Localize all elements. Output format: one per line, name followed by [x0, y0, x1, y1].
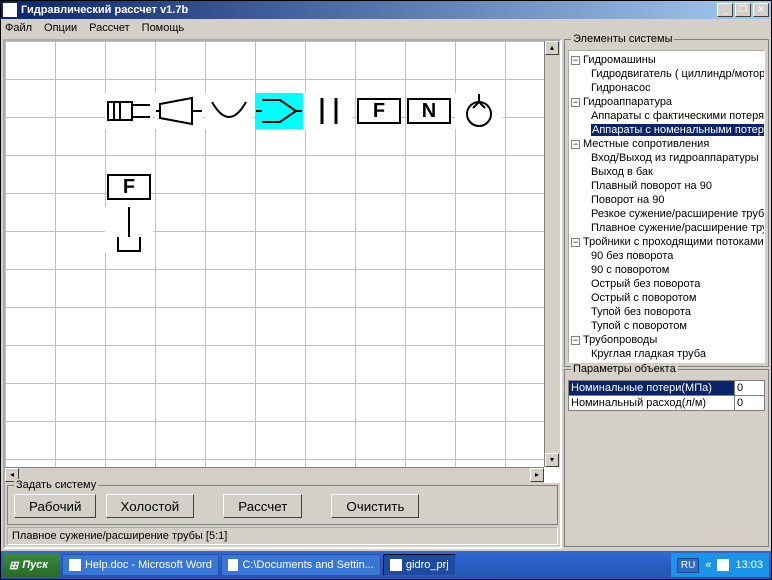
tree-item[interactable]: Аппараты с фактическими потерями: [571, 109, 762, 123]
param-row[interactable]: Номинальные потери(МПа)0: [569, 381, 765, 396]
tree-item[interactable]: 90 без поворота: [571, 249, 762, 263]
work-button[interactable]: Рабочий: [14, 494, 96, 518]
status-text: Плавное сужение/расширение трубы [5:1]: [12, 530, 227, 542]
scroll-right-button[interactable]: ▸: [530, 468, 544, 482]
system-tray[interactable]: RU « 13:03: [671, 553, 769, 577]
tray-icon[interactable]: [717, 559, 729, 571]
tree-item[interactable]: Тупой без поворота: [571, 305, 762, 319]
app-icon: [390, 559, 402, 571]
left-panel: F N F ▴ ▾ ◂ ▸: [3, 39, 562, 549]
params-table[interactable]: Номинальные потери(МПа)0Номинальный расх…: [568, 380, 765, 411]
elements-group: Элементы системы −ГидромашиныГидродвигат…: [564, 39, 769, 367]
symbol-f-box[interactable]: F: [357, 98, 401, 124]
tree-item[interactable]: Острый без поворота: [571, 277, 762, 291]
clock: 13:03: [735, 559, 763, 571]
set-system-label: Задать систему: [14, 479, 98, 491]
canvas-grid[interactable]: F N F: [5, 41, 544, 467]
expander-icon[interactable]: −: [571, 98, 580, 107]
expander-icon[interactable]: −: [571, 336, 580, 345]
expander-icon[interactable]: −: [571, 140, 580, 149]
params-group: Параметры объекта Номинальные потери(МПа…: [564, 369, 769, 547]
app-icon: [228, 559, 239, 571]
tray-icon[interactable]: «: [705, 559, 711, 571]
menu-help[interactable]: Помощь: [142, 22, 185, 34]
tree-parent[interactable]: −Местные сопротивления: [571, 137, 762, 151]
elements-label: Элементы системы: [571, 33, 674, 45]
expander-icon[interactable]: −: [571, 238, 580, 247]
symbol-element[interactable]: [105, 207, 153, 253]
menu-options[interactable]: Опции: [44, 22, 77, 34]
symbol-n-box[interactable]: N: [407, 98, 451, 124]
param-row[interactable]: Номинальный расход(л/м)0: [569, 396, 765, 411]
tree-item[interactable]: Гидронасос: [571, 81, 762, 95]
tree-item[interactable]: Острый с поворотом: [571, 291, 762, 305]
tree-parent[interactable]: −Гидроаппаратура: [571, 95, 762, 109]
symbol-element[interactable]: [105, 93, 153, 129]
canvas-area[interactable]: F N F ▴ ▾ ◂ ▸: [5, 41, 560, 483]
tree-item[interactable]: Гидродвигатель ( циллиндр/мотор ): [571, 67, 762, 81]
clear-button[interactable]: Очистить: [331, 494, 419, 518]
set-system-group: Задать систему Рабочий Холостой Рассчет …: [7, 485, 558, 525]
tree-item[interactable]: Плавный поворот на 90: [571, 179, 762, 193]
tree-item[interactable]: Выход в бак: [571, 165, 762, 179]
menu-file[interactable]: Файл: [5, 22, 32, 34]
symbol-element[interactable]: [155, 93, 203, 129]
elements-tree[interactable]: −ГидромашиныГидродвигатель ( циллиндр/мо…: [568, 50, 765, 363]
taskbar: ⊞Пуск Help.doc - Microsoft WordC:\Docume…: [1, 551, 771, 579]
tree-item[interactable]: Вход/Выход из гидроаппаратуры: [571, 151, 762, 165]
language-indicator[interactable]: RU: [677, 558, 699, 573]
tree-item[interactable]: Плавное сужение/расширение трубы: [571, 221, 762, 235]
maximize-button[interactable]: ❐: [735, 3, 751, 17]
taskbar-item[interactable]: C:\Documents and Settin...: [221, 554, 381, 576]
symbol-element[interactable]: [205, 93, 253, 129]
scroll-up-button[interactable]: ▴: [545, 41, 559, 55]
app-icon: [3, 3, 17, 17]
symbol-f-box[interactable]: F: [107, 174, 151, 200]
taskbar-item[interactable]: gidro_prj: [383, 554, 456, 576]
expander-icon[interactable]: −: [571, 56, 580, 65]
titlebar: Гидравлический рассчет v1.7b _ ❐ ✕: [1, 1, 771, 19]
app-icon: [69, 559, 81, 571]
scroll-down-button[interactable]: ▾: [545, 453, 559, 467]
start-button[interactable]: ⊞Пуск: [3, 553, 60, 577]
idle-button[interactable]: Холостой: [106, 494, 195, 518]
tree-item[interactable]: Поворот на 90: [571, 193, 762, 207]
params-label: Параметры объекта: [571, 363, 678, 375]
close-button[interactable]: ✕: [753, 3, 769, 17]
tree-item[interactable]: Тупой с поворотом: [571, 319, 762, 333]
menu-calc[interactable]: Рассчет: [89, 22, 130, 34]
tree-item[interactable]: Круглая гладкая труба: [571, 347, 762, 361]
minimize-button[interactable]: _: [717, 3, 733, 17]
tree-parent[interactable]: −Трубопроводы: [571, 333, 762, 347]
symbol-element-selected[interactable]: [255, 93, 303, 129]
calc-button[interactable]: Рассчет: [223, 494, 302, 518]
statusbar: Плавное сужение/расширение трубы [5:1]: [7, 527, 558, 545]
tree-parent[interactable]: −Тройники с проходящими потоками: [571, 235, 762, 249]
tree-item[interactable]: 90 с поворотом: [571, 263, 762, 277]
tree-item[interactable]: Аппараты с номенальными потерями: [571, 123, 762, 137]
tree-parent[interactable]: −Гидромашины: [571, 53, 762, 67]
window-title: Гидравлический рассчет v1.7b: [21, 4, 717, 16]
taskbar-item[interactable]: Help.doc - Microsoft Word: [62, 554, 219, 576]
symbol-element[interactable]: [305, 93, 353, 129]
symbol-element[interactable]: [455, 93, 503, 129]
tree-item[interactable]: Резкое сужение/расширение трубы: [571, 207, 762, 221]
vertical-scrollbar[interactable]: ▴ ▾: [544, 41, 560, 467]
